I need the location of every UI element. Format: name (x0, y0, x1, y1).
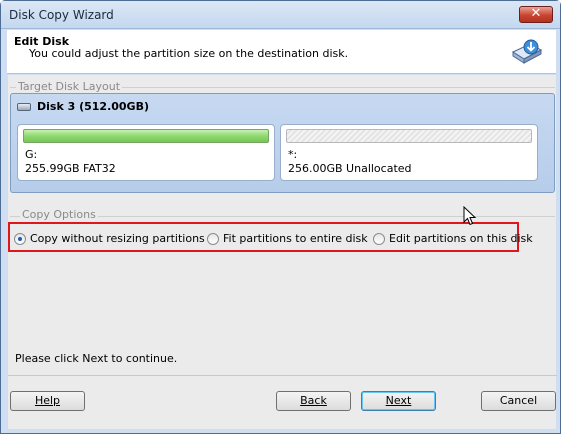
close-button[interactable]: ✕ (519, 6, 553, 23)
partition-g[interactable]: G: 255.99GB FAT32 (17, 124, 275, 181)
partition-label: *: (288, 148, 298, 161)
copy-options-group-label: Copy Options (20, 208, 98, 221)
next-button[interactable]: Next (361, 391, 436, 411)
cancel-button[interactable]: Cancel (481, 391, 556, 411)
back-button-label: Back (300, 394, 327, 407)
copy-options-highlight: Copy without resizing partitions Fit par… (8, 222, 533, 252)
partition-usage-bar (286, 129, 532, 143)
partition-unallocated[interactable]: *: 256.00GB Unallocated (280, 124, 538, 181)
button-bar-divider (8, 375, 557, 376)
radio-label: Copy without resizing partitions (30, 232, 205, 245)
wizard-body: Target Disk Layout Disk 3 (512.00GB) G: … (7, 75, 557, 429)
radio-button[interactable] (373, 232, 385, 245)
disk-download-icon (511, 39, 543, 64)
help-button[interactable]: Help (10, 391, 85, 411)
title-bar[interactable]: Disk Copy Wizard ✕ (1, 1, 560, 29)
disk-copy-wizard-window: Disk Copy Wizard ✕ Edit Disk You could a… (0, 0, 561, 434)
mouse-cursor-icon (463, 206, 477, 226)
disk-header: Disk 3 (512.00GB) (17, 100, 149, 113)
partition-info: 256.00GB Unallocated (288, 162, 412, 175)
target-layout-group-label: Target Disk Layout (16, 80, 123, 93)
back-button[interactable]: Back (276, 391, 351, 411)
disk-label: Disk 3 (512.00GB) (37, 100, 149, 113)
radio-label: Fit partitions to entire disk (223, 232, 368, 245)
cancel-button-label: Cancel (499, 394, 538, 407)
window-title: Disk Copy Wizard (9, 8, 114, 22)
partition-label: G: (25, 148, 38, 161)
radio-button-checked[interactable] (14, 232, 26, 245)
radio-label: Edit partitions on this disk (389, 232, 533, 245)
partition-usage-bar (23, 129, 269, 143)
status-text: Please click Next to continue. (15, 352, 178, 365)
disk-map-panel: Disk 3 (512.00GB) G: 255.99GB FAT32 *: 2… (10, 93, 555, 193)
radio-button[interactable] (207, 232, 219, 245)
radio-fit-partitions[interactable]: Fit partitions to entire disk (207, 232, 368, 245)
help-button-label: Help (34, 394, 61, 407)
close-icon: ✕ (530, 6, 542, 21)
partition-info: 255.99GB FAT32 (25, 162, 116, 175)
header-subtitle: You could adjust the partition size on t… (29, 47, 349, 60)
radio-edit-partitions[interactable]: Edit partitions on this disk (373, 232, 533, 245)
radio-copy-without-resizing[interactable]: Copy without resizing partitions (14, 232, 205, 245)
next-button-label: Next (385, 394, 412, 407)
hard-disk-icon (17, 103, 31, 111)
wizard-header: Edit Disk You could adjust the partition… (7, 30, 556, 74)
